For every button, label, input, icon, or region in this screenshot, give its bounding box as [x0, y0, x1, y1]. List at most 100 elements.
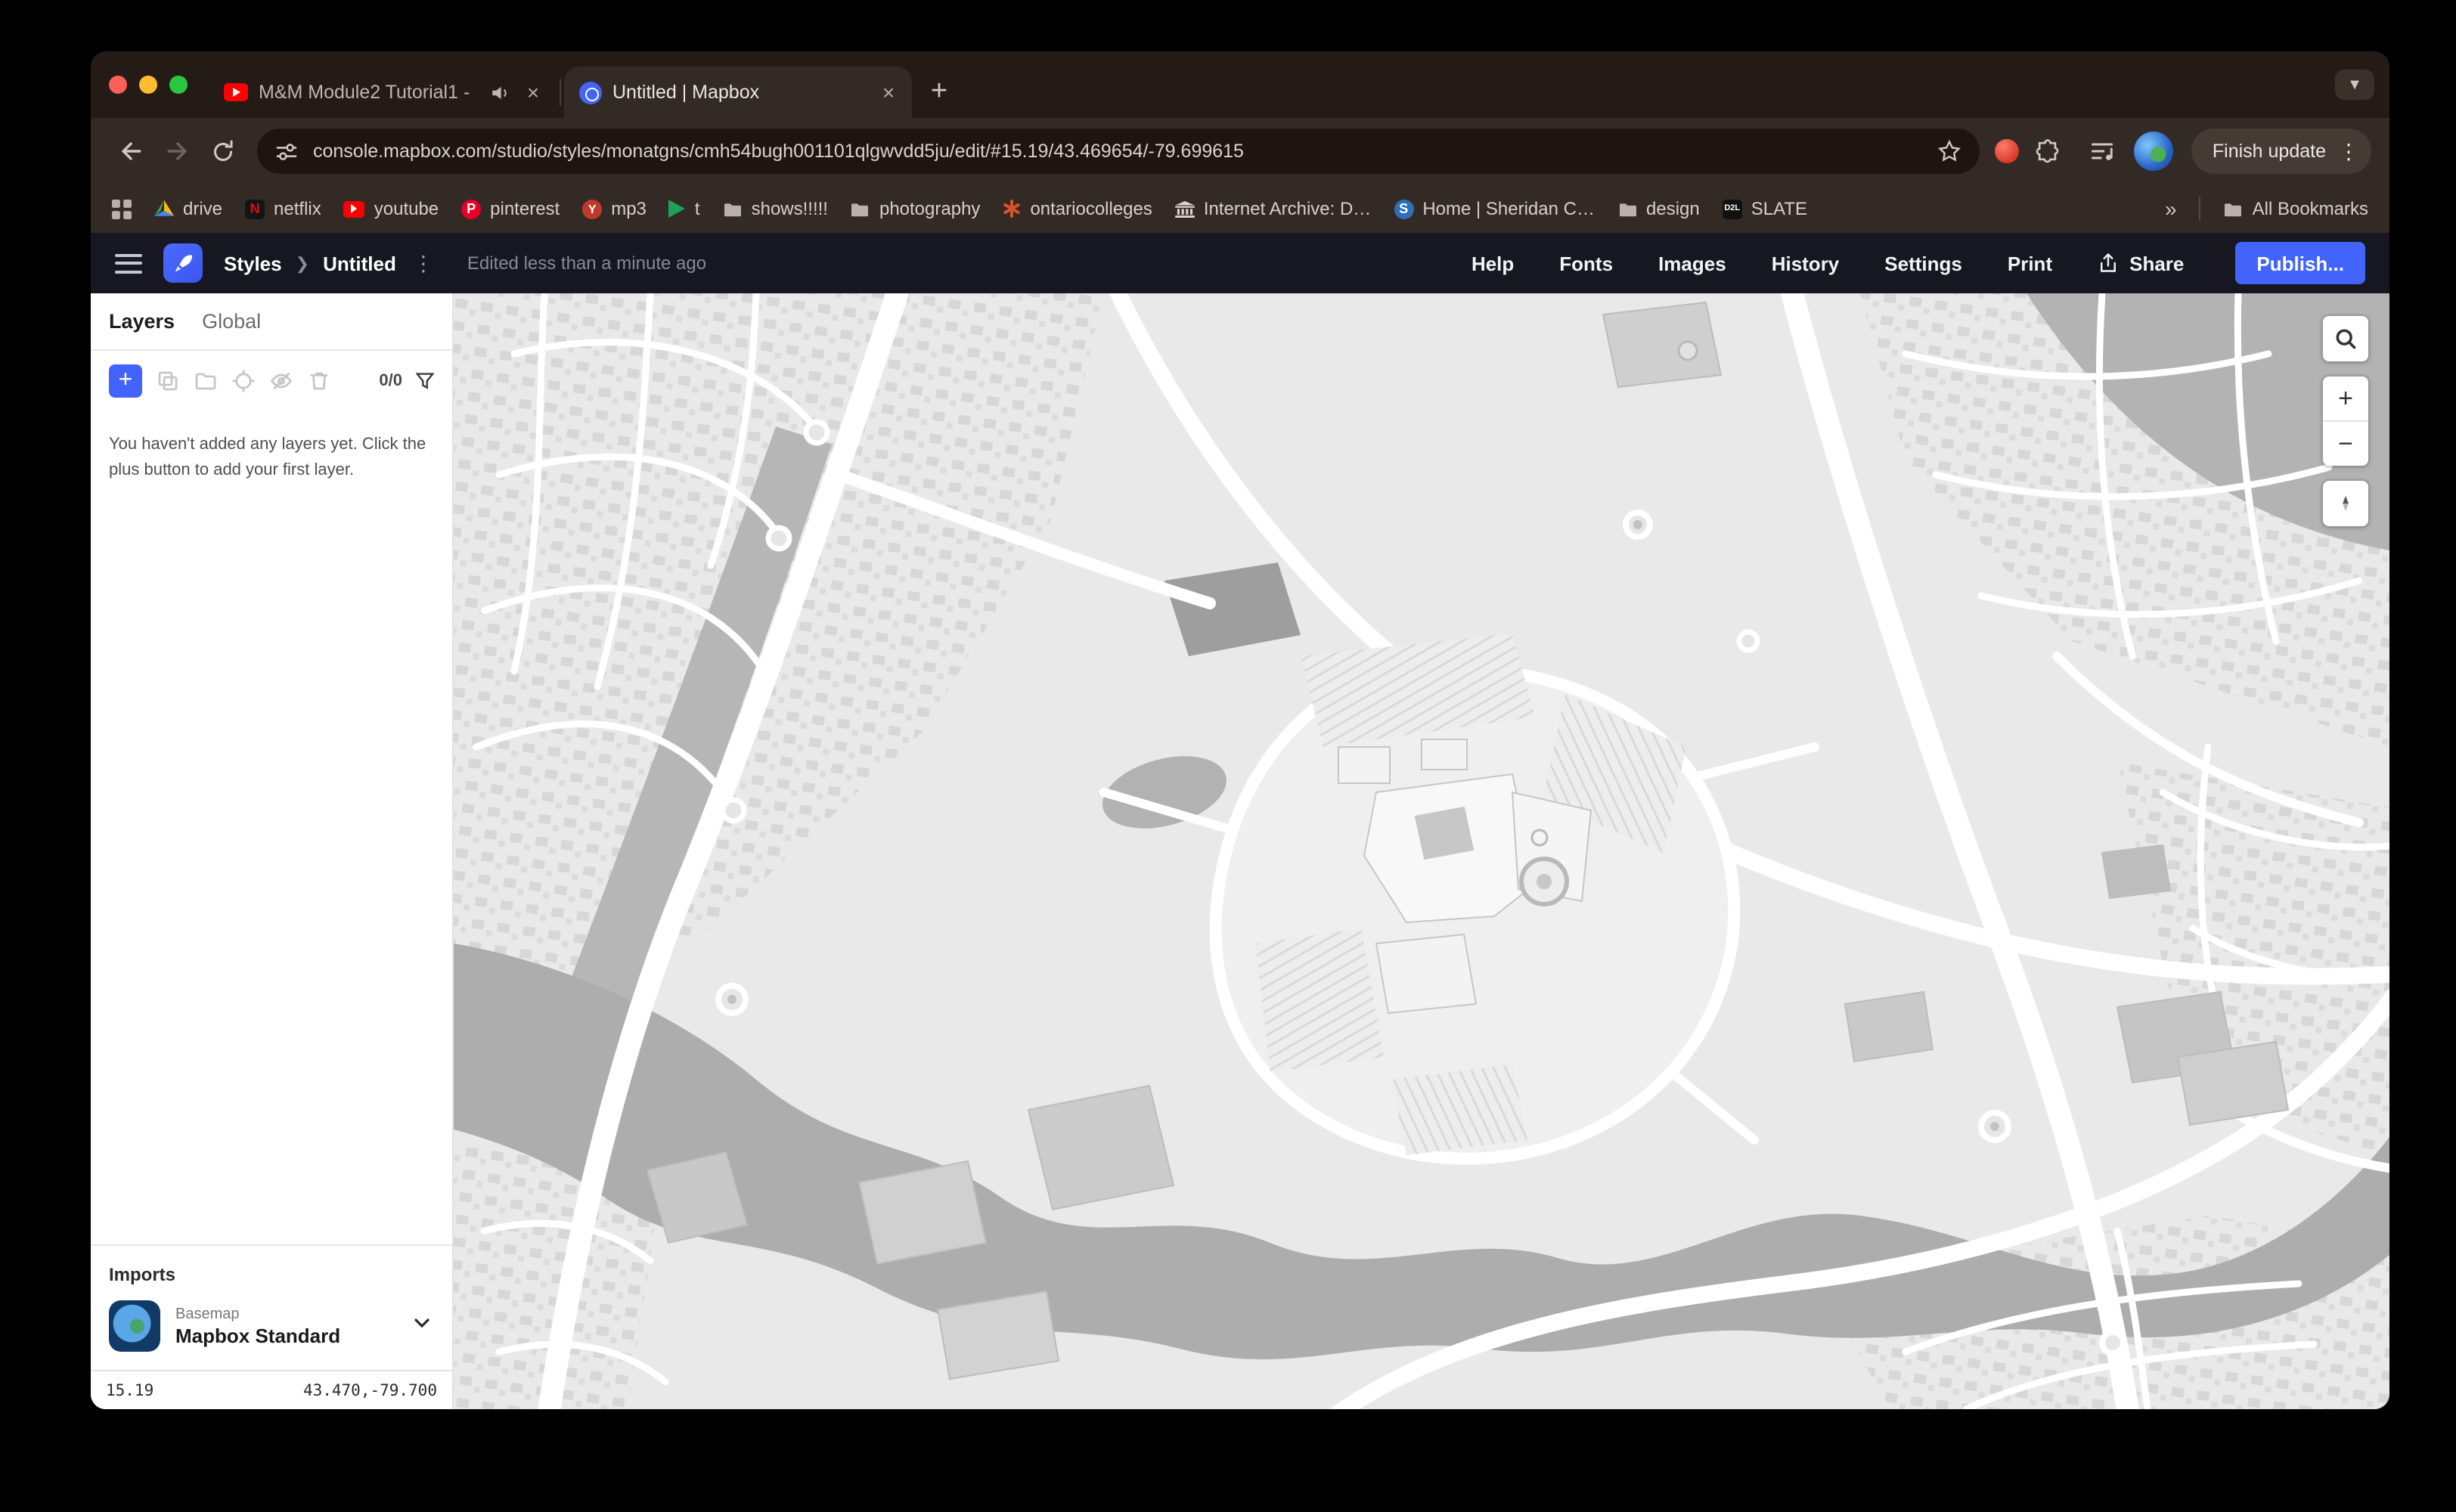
- nav-history[interactable]: History: [1772, 252, 1840, 274]
- bookmarks-overflow-button[interactable]: »: [2165, 197, 2177, 221]
- tab-layers[interactable]: Layers: [109, 310, 175, 333]
- extensions-puzzle-icon[interactable]: [2034, 138, 2061, 165]
- group-layers-icon[interactable]: [194, 369, 218, 393]
- publish-button[interactable]: Publish...: [2235, 242, 2365, 284]
- pinterest-icon: P: [461, 199, 481, 218]
- filter-layers-icon[interactable]: [416, 372, 434, 390]
- desktop: M&M Module2 Tutorial1 - × Untitled | Map…: [0, 0, 2456, 1512]
- browser-toolbar: console.mapbox.com/studio/styles/monatgn…: [91, 118, 2389, 184]
- asterisk-icon: [1003, 200, 1021, 218]
- studio-logo-icon[interactable]: [163, 243, 203, 283]
- minimize-window-button[interactable]: [139, 76, 157, 94]
- folder-icon: [723, 200, 743, 217]
- address-bar[interactable]: console.mapbox.com/studio/styles/monatgn…: [257, 129, 1980, 174]
- breadcrumb: Styles ❯ Untitled ⋮: [224, 250, 437, 276]
- nav-fonts[interactable]: Fonts: [1559, 252, 1613, 274]
- nav-print[interactable]: Print: [2008, 252, 2052, 274]
- bookmark-mp3[interactable]: Y mp3: [582, 198, 647, 219]
- youtube-icon: [344, 200, 365, 217]
- bookmark-internet-archive[interactable]: Internet Archive: D…: [1175, 198, 1371, 219]
- profile-avatar[interactable]: [2134, 132, 2173, 171]
- blue-circle-icon: S: [1394, 199, 1413, 218]
- forward-button[interactable]: [154, 129, 200, 174]
- nav-settings[interactable]: Settings: [1884, 252, 1962, 274]
- new-tab-button[interactable]: +: [918, 71, 960, 113]
- map-canvas[interactable]: + −: [454, 293, 2389, 1409]
- mapbox-studio-app: Styles ❯ Untitled ⋮ Edited less than a m…: [91, 233, 2389, 1409]
- style-name[interactable]: Untitled: [323, 252, 396, 274]
- green-play-icon: [669, 200, 686, 218]
- map-controls: + −: [2323, 316, 2368, 526]
- layer-count: 0/0: [379, 372, 402, 390]
- fullscreen-window-button[interactable]: [169, 76, 188, 94]
- delete-layer-icon[interactable]: [307, 369, 331, 393]
- bookmark-netflix[interactable]: N netflix: [245, 198, 321, 219]
- empty-layers-message: You haven't added any layers yet. Click …: [91, 411, 452, 482]
- bookmark-pinterest[interactable]: P pinterest: [461, 198, 560, 219]
- netflix-icon: N: [245, 199, 265, 218]
- apps-grid-button[interactable]: [112, 199, 132, 218]
- duplicate-layer-icon[interactable]: [156, 369, 180, 393]
- black-square-icon: D2L: [1723, 199, 1742, 218]
- studio-header: Styles ❯ Untitled ⋮ Edited less than a m…: [91, 233, 2389, 293]
- hamburger-menu-icon[interactable]: [115, 253, 142, 273]
- chevron-down-icon[interactable]: [410, 1310, 434, 1342]
- site-settings-icon[interactable]: [275, 140, 298, 163]
- style-options-icon[interactable]: ⋮: [410, 250, 437, 276]
- breadcrumb-styles-link[interactable]: Styles: [224, 252, 282, 274]
- nav-images[interactable]: Images: [1658, 252, 1726, 274]
- speaker-icon[interactable]: [490, 82, 510, 102]
- zoom-to-layer-icon[interactable]: [231, 369, 256, 393]
- toggle-visibility-icon[interactable]: [269, 369, 293, 393]
- close-tab-button[interactable]: ×: [876, 79, 901, 105]
- coordinates: 43.470,-79.700: [303, 1381, 437, 1399]
- map-search-button[interactable]: [2323, 316, 2368, 361]
- finish-update-button[interactable]: Finish update ⋮: [2191, 129, 2371, 174]
- tab-search-button[interactable]: ▼: [2335, 70, 2374, 100]
- bookmark-star-icon[interactable]: [1937, 139, 1961, 163]
- url-text[interactable]: console.mapbox.com/studio/styles/monatgn…: [313, 141, 1922, 162]
- bookmark-shows[interactable]: shows!!!!!: [723, 198, 828, 219]
- tab-title: M&M Module2 Tutorial1 -: [259, 82, 479, 103]
- drive-icon: [154, 200, 174, 218]
- zoom-out-button[interactable]: −: [2323, 422, 2368, 466]
- bookmark-drive[interactable]: drive: [154, 198, 222, 219]
- close-tab-button[interactable]: ×: [520, 79, 546, 105]
- tab-global[interactable]: Global: [202, 310, 261, 333]
- bookmark-sheridan[interactable]: S Home | Sheridan C…: [1394, 198, 1595, 219]
- studio-body: Layers Global +: [91, 293, 2389, 1409]
- share-button[interactable]: Share: [2098, 252, 2184, 274]
- bookmark-design[interactable]: design: [1617, 198, 1700, 219]
- close-window-button[interactable]: [109, 76, 127, 94]
- youtube-favicon-icon: [224, 83, 248, 101]
- basemap-import-row[interactable]: Basemap Mapbox Standard: [109, 1300, 434, 1352]
- bookmark-photography[interactable]: photography: [851, 198, 980, 219]
- bookmark-slate[interactable]: D2L SLATE: [1723, 198, 1807, 219]
- all-bookmarks-button[interactable]: All Bookmarks: [2224, 198, 2368, 219]
- media-controls-icon[interactable]: [2089, 138, 2116, 165]
- bookmark-youtube[interactable]: youtube: [344, 198, 439, 219]
- tab-title: Untitled | Mapbox: [612, 82, 865, 103]
- bookmark-t[interactable]: t: [669, 198, 700, 219]
- add-layer-button[interactable]: +: [109, 364, 142, 398]
- extension-icon[interactable]: [1995, 139, 2019, 163]
- map-render: [454, 293, 2389, 1409]
- browser-menu-icon[interactable]: ⋮: [2332, 135, 2365, 168]
- bank-icon: [1175, 200, 1195, 217]
- bookmark-ontariocolleges[interactable]: ontariocolleges: [1003, 198, 1152, 219]
- back-button[interactable]: [109, 129, 154, 174]
- chevron-right-icon: ❯: [296, 253, 309, 273]
- bookmarks-bar: drive N netflix youtube P pinterest Y mp…: [91, 184, 2389, 233]
- reload-button[interactable]: [200, 129, 245, 174]
- tab-mapbox-active[interactable]: Untitled | Mapbox ×: [564, 67, 912, 118]
- sidebar-spacer: [91, 482, 452, 1244]
- basemap-kind-label: Basemap: [175, 1306, 340, 1322]
- basemap-thumbnail: [109, 1300, 160, 1352]
- tab-youtube[interactable]: M&M Module2 Tutorial1 - ×: [209, 67, 557, 118]
- folder-icon: [2224, 200, 2244, 217]
- zoom-in-button[interactable]: +: [2323, 376, 2368, 420]
- compass-button[interactable]: [2323, 481, 2368, 526]
- tab-separator: [560, 79, 561, 106]
- nav-help[interactable]: Help: [1471, 252, 1514, 274]
- mapbox-favicon-icon: [579, 81, 602, 104]
